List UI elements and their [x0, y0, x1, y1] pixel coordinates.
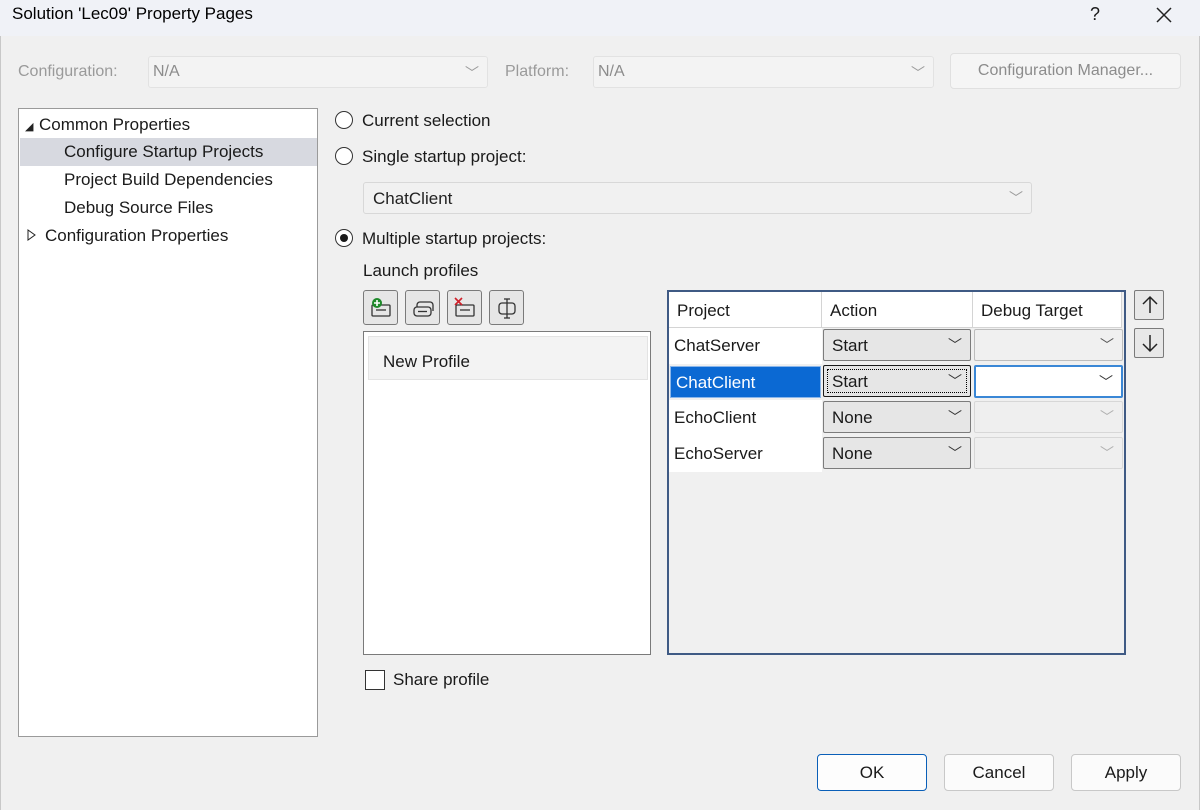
tree-item-configure-startup-projects[interactable]: Configure Startup Projects [20, 138, 317, 166]
action-select[interactable]: None ﹀ [823, 437, 971, 469]
copy-profile-icon [413, 301, 434, 317]
delete-profile-icon [454, 297, 475, 317]
chevron-down-icon: ﹀ [911, 65, 925, 81]
list-item-new-profile[interactable]: New Profile [368, 336, 648, 380]
title-bar: Solution 'Lec09' Property Pages ? [0, 0, 1200, 36]
table-row-project[interactable]: EchoServer [669, 436, 822, 472]
platform-value: N/A [598, 63, 625, 80]
rename-profile-icon [498, 298, 516, 319]
column-header-debug-target[interactable]: Debug Target [973, 292, 1122, 328]
focus-rectangle [827, 369, 967, 393]
rename-profile-button[interactable] [489, 290, 524, 325]
chevron-down-icon: ﹀ [1099, 374, 1113, 390]
column-header-project[interactable]: Project [669, 292, 822, 328]
chevron-down-icon: ﹀ [465, 65, 479, 81]
launch-profiles-label: Launch profiles [363, 261, 479, 280]
chevron-down-icon: ﹀ [948, 409, 962, 425]
debug-target-select[interactable]: ﹀ [974, 365, 1123, 398]
arrow-up-icon [1142, 295, 1158, 313]
arrow-down-icon [1142, 335, 1158, 353]
action-select[interactable]: Start ﹀ [823, 329, 971, 361]
tree-item-configuration-properties[interactable]: Configuration Properties [27, 222, 228, 250]
copy-profile-button[interactable] [405, 290, 440, 325]
share-profile-checkbox[interactable] [365, 670, 385, 690]
close-button[interactable] [1142, 0, 1186, 30]
platform-select: N/A ﹀ [593, 56, 934, 88]
chevron-down-icon: ﹀ [1009, 190, 1023, 206]
property-tree: ◢ Common Properties Configure Startup Pro… [18, 108, 318, 737]
debug-target-select: ﹀ [974, 401, 1123, 433]
column-header-action[interactable]: Action [822, 292, 973, 328]
chevron-down-icon: ﹀ [948, 445, 962, 461]
table-row-project[interactable]: ChatServer [669, 328, 822, 364]
table-row-project[interactable]: EchoClient [669, 400, 822, 436]
add-profile-button[interactable] [363, 290, 398, 325]
window-title: Solution 'Lec09' Property Pages [12, 4, 253, 23]
debug-target-select: ﹀ [974, 437, 1123, 469]
platform-label: Platform: [505, 63, 570, 80]
cancel-button[interactable]: Cancel [944, 754, 1054, 791]
apply-button[interactable]: Apply [1071, 754, 1181, 791]
multiple-startup-label: Multiple startup projects: [362, 229, 547, 248]
share-profile-label: Share profile [393, 670, 490, 689]
tree-item-common-properties[interactable]: ◢ Common Properties [25, 111, 317, 139]
current-selection-label: Current selection [362, 111, 491, 130]
configuration-label: Configuration: [18, 63, 118, 80]
configuration-select: N/A ﹀ [148, 56, 488, 88]
add-profile-icon [371, 298, 391, 317]
configuration-value: N/A [153, 63, 180, 80]
current-selection-radio[interactable] [335, 111, 353, 129]
debug-target-select[interactable]: ﹀ [974, 329, 1123, 361]
collapsed-triangle-icon[interactable] [27, 224, 41, 252]
launch-profile-list[interactable]: New Profile [363, 331, 651, 655]
tree-item-debug-source-files[interactable]: Debug Source Files [64, 194, 213, 222]
single-startup-value: ChatClient [373, 189, 453, 208]
close-icon [1156, 7, 1172, 23]
single-startup-select: ChatClient ﹀ [363, 182, 1032, 214]
help-button[interactable]: ? [1078, 0, 1112, 30]
startup-projects-grid: Project Action Debug Target ChatServer S… [667, 290, 1126, 655]
multiple-startup-radio[interactable] [335, 229, 353, 247]
chevron-down-icon: ﹀ [948, 373, 962, 389]
tree-item-project-build-dependencies[interactable]: Project Build Dependencies [64, 166, 273, 194]
action-select[interactable]: None ﹀ [823, 401, 971, 433]
single-startup-radio[interactable] [335, 147, 353, 165]
single-startup-label: Single startup project: [362, 147, 527, 166]
chevron-down-icon: ﹀ [1100, 409, 1114, 425]
configuration-manager-button: Configuration Manager... [950, 53, 1181, 89]
expanded-triangle-icon[interactable]: ◢ [25, 113, 39, 141]
ok-button[interactable]: OK [817, 754, 927, 791]
action-select[interactable]: Start ﹀ [823, 365, 971, 397]
move-up-button[interactable] [1134, 290, 1164, 320]
move-down-button[interactable] [1134, 328, 1164, 358]
delete-profile-button[interactable] [447, 290, 482, 325]
table-row-project[interactable]: ChatClient [670, 366, 821, 398]
chevron-down-icon: ﹀ [1100, 445, 1114, 461]
chevron-down-icon: ﹀ [948, 337, 962, 353]
chevron-down-icon: ﹀ [1100, 337, 1114, 353]
